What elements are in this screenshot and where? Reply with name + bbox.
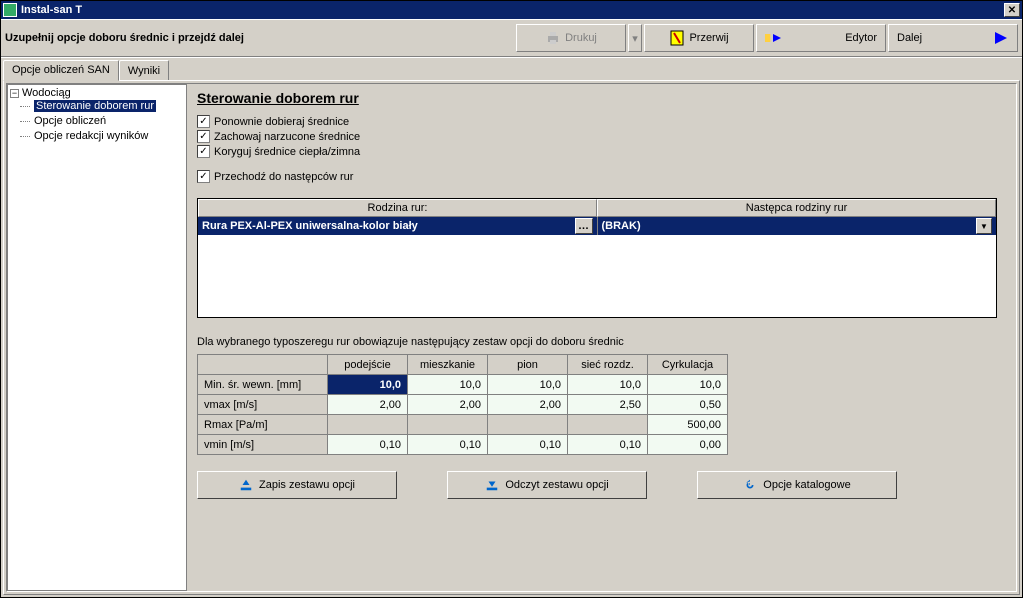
save-up-icon xyxy=(239,478,253,492)
chk-successors[interactable]: ✓ xyxy=(197,170,210,183)
print-icon xyxy=(545,30,561,46)
editor-button[interactable]: Edytor xyxy=(756,24,886,52)
cell-r3c4[interactable] xyxy=(568,415,648,435)
col-dist-net: sieć rozdz. xyxy=(568,355,648,375)
section-title: Sterowanie doborem rur xyxy=(197,90,1006,106)
family-header-family: Rodzina rur: xyxy=(198,199,597,217)
cell-r1c3[interactable]: 10,0 xyxy=(488,375,568,395)
tree-pane: − Wodociąg Sterowanie doborem rur Opcje … xyxy=(7,84,187,591)
chk-correct-hotcold-label: Koryguj średnice ciepła/zimna xyxy=(214,146,360,158)
editor-back-icon xyxy=(765,30,781,46)
cell-r3c1[interactable] xyxy=(328,415,408,435)
cell-r4c2[interactable]: 0,10 xyxy=(408,435,488,455)
chk-keep-forced[interactable]: ✓ xyxy=(197,130,210,143)
cell-r4c5[interactable]: 0,00 xyxy=(648,435,728,455)
save-options-button[interactable]: Zapis zestawu opcji xyxy=(197,471,397,499)
cell-r4c3[interactable]: 0,10 xyxy=(488,435,568,455)
cell-r1c5[interactable]: 10,0 xyxy=(648,375,728,395)
family-row[interactable]: Rura PEX-Al-PEX uniwersalna-kolor biały … xyxy=(198,217,996,235)
next-button[interactable]: Dalej xyxy=(888,24,1018,52)
tabs: Opcje obliczeń SAN Wyniki xyxy=(3,60,1020,80)
col-riser: pion xyxy=(488,355,568,375)
cell-r3c2[interactable] xyxy=(408,415,488,435)
cell-r1c1[interactable]: 10,0 xyxy=(328,375,408,395)
catalog-options-button[interactable]: Opcje katalogowe xyxy=(697,471,897,499)
row-rmax: Rmax [Pa/m] xyxy=(198,415,328,435)
print-button[interactable]: Drukuj xyxy=(516,24,626,52)
col-apartment: mieszkanie xyxy=(408,355,488,375)
chk-reselect[interactable]: ✓ xyxy=(197,115,210,128)
cell-r2c2[interactable]: 2,00 xyxy=(408,395,488,415)
row-vmax: vmax [m/s] xyxy=(198,395,328,415)
cell-r1c4[interactable]: 10,0 xyxy=(568,375,648,395)
abort-button[interactable]: Przerwij xyxy=(644,24,754,52)
close-button[interactable]: ✕ xyxy=(1004,3,1020,17)
main-pane: Sterowanie doborem rur ✓ Ponownie dobiera… xyxy=(187,84,1016,591)
abort-icon xyxy=(669,30,685,46)
toolbar: Uzupełnij opcje doboru średnic i przejdź… xyxy=(1,19,1022,57)
load-down-icon xyxy=(485,478,499,492)
row-vmin: vmin [m/s] xyxy=(198,435,328,455)
cell-r2c4[interactable]: 2,50 xyxy=(568,395,648,415)
options-note: Dla wybranego typoszeregu rur obowiązuje… xyxy=(197,336,1006,348)
row-min-dia: Min. śr. wewn. [mm] xyxy=(198,375,328,395)
cell-r3c5[interactable]: 500,00 xyxy=(648,415,728,435)
tab-results[interactable]: Wyniki xyxy=(119,60,169,80)
family-browse-button[interactable]: … xyxy=(575,218,593,234)
tree-node-pipe-control[interactable]: Sterowanie doborem rur xyxy=(10,99,184,114)
successor-value: (BRAK) xyxy=(602,220,641,232)
cell-r4c1[interactable]: 0,10 xyxy=(328,435,408,455)
tree-root[interactable]: − Wodociąg xyxy=(10,87,184,99)
chk-successors-label: Przechodź do następców rur xyxy=(214,171,353,183)
col-approach: podejście xyxy=(328,355,408,375)
cell-r3c3[interactable] xyxy=(488,415,568,435)
instruction-text: Uzupełnij opcje doboru średnic i przejdź… xyxy=(5,32,244,44)
tree-collapse-icon[interactable]: − xyxy=(10,89,19,98)
load-options-button[interactable]: Odczyt zestawu opcji xyxy=(447,471,647,499)
cell-r2c5[interactable]: 0,50 xyxy=(648,395,728,415)
cell-r1c2[interactable]: 10,0 xyxy=(408,375,488,395)
next-icon xyxy=(993,30,1009,46)
tree-node-result-options[interactable]: Opcje redakcji wyników xyxy=(10,129,184,144)
diameter-options-table: podejście mieszkanie pion sieć rozdz. Cy… xyxy=(197,354,728,455)
print-dropdown[interactable]: ▾ xyxy=(628,24,642,52)
cell-r4c4[interactable]: 0,10 xyxy=(568,435,648,455)
undo-icon xyxy=(743,478,757,492)
chk-correct-hotcold[interactable]: ✓ xyxy=(197,145,210,158)
family-name: Rura PEX-Al-PEX uniwersalna-kolor biały xyxy=(202,220,418,232)
tab-calc-options[interactable]: Opcje obliczeń SAN xyxy=(3,60,119,81)
cell-r2c3[interactable]: 2,00 xyxy=(488,395,568,415)
cell-r2c1[interactable]: 2,00 xyxy=(328,395,408,415)
pipe-family-table: Rodzina rur: Następca rodziny rur Rura P… xyxy=(197,198,997,318)
titlebar: Instal-san T ✕ xyxy=(1,1,1022,19)
family-header-successor: Następca rodziny rur xyxy=(597,199,996,217)
chk-keep-forced-label: Zachowaj narzucone średnice xyxy=(214,131,360,143)
tree-node-calc-options[interactable]: Opcje obliczeń xyxy=(10,114,184,129)
col-circulation: Cyrkulacja xyxy=(648,355,728,375)
window-title: Instal-san T xyxy=(21,4,82,16)
successor-dropdown[interactable]: ▼ xyxy=(976,218,992,234)
chk-reselect-label: Ponownie dobieraj średnice xyxy=(214,116,349,128)
app-icon xyxy=(3,3,17,17)
